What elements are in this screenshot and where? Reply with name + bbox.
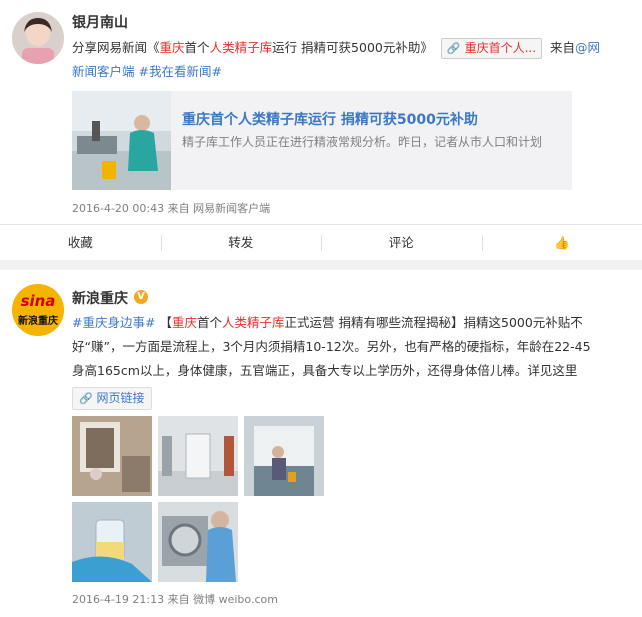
post-photo[interactable] (158, 416, 238, 496)
article-title[interactable]: 重庆首个人类精子库运行 捐精可获5000元补助 (182, 109, 478, 129)
sina-logo-subtext: 新浪重庆 (18, 316, 58, 327)
link-icon: 🔗 (79, 392, 93, 405)
article-description: 精子库工作人员正在进行精液常规分析。昨日，记者从市人口和计划 (182, 135, 543, 149)
post-text: 分享网易新闻《重庆首个人类精子库运行 捐精可获5000元补助》 🔗 重庆首个人..… (72, 38, 600, 59)
text-plain: 捐精这5000元补贴不 (463, 315, 583, 330)
avatar[interactable]: sina 新浪重庆 (12, 284, 64, 336)
post-text-line-3: 身高165cm以上，身体健康，五官端正，具备大专以上学历外，还得身体倍儿棒。详见… (72, 363, 578, 378)
text-keyword: 重庆 (159, 40, 185, 55)
article-thumbnail (72, 91, 171, 190)
post-meta[interactable]: 2016-4-19 21:13 来自 微博 weibo.com (72, 591, 278, 607)
text-keyword: 重庆 (171, 315, 197, 330)
action-bar: 收藏 转发 评论 👍 (0, 224, 642, 261)
like-button[interactable]: 👍 (481, 225, 642, 261)
link-icon: 🔗 (446, 42, 461, 55)
comment-button[interactable]: 评论 (321, 225, 482, 261)
favorite-button[interactable]: 收藏 (0, 225, 161, 261)
text-keyword: 人类精子库 (209, 40, 273, 55)
sina-logo-text: sina (20, 292, 56, 310)
via-text: 来自 (550, 40, 576, 55)
web-link-label: 网页链接 (96, 391, 145, 405)
hashtag-line: 新闻客户端 #我在看新闻# (72, 63, 222, 81)
via-link[interactable]: @网 (575, 40, 600, 55)
article-tag-label: 重庆首个人... (464, 41, 537, 55)
verified-icon: V (134, 290, 148, 304)
article-preview-card[interactable]: 重庆首个人类精子库运行 捐精可获5000元补助 精子库工作人员正在进行精液常规分… (72, 91, 572, 190)
avatar[interactable] (12, 12, 64, 64)
text-plain: 首个 (184, 40, 210, 55)
text-plain: 正式运营 捐精有哪些流程揭秘 (284, 315, 451, 330)
bracket-close: 】 (450, 315, 464, 330)
post-meta[interactable]: 2016-4-20 00:43 来自 网易新闻客户端 (72, 200, 270, 216)
post-text-line-1: #重庆身边事# 【重庆首个人类精子库正式运营 捐精有哪些流程揭秘】捐精这5000… (72, 314, 583, 332)
hashtag-link[interactable]: #重庆身边事# (72, 315, 155, 330)
post-photo[interactable] (244, 416, 324, 496)
text-plain: 首个 (196, 315, 222, 330)
repost-button[interactable]: 转发 (160, 225, 322, 261)
hashtag-link[interactable]: #我在看新闻# (139, 64, 222, 79)
user-name[interactable]: 银月南山 (72, 12, 128, 32)
post-photo[interactable] (72, 416, 152, 496)
quote-open: 《 (147, 40, 160, 55)
post-card-1: 银月南山 分享网易新闻《重庆首个人类精子库运行 捐精可获5000元补助》 🔗 重庆… (0, 0, 642, 260)
post-photo[interactable] (72, 502, 152, 582)
thumbs-up-icon: 👍 (553, 235, 570, 250)
post-text-line-2: 好“赚”，一方面是流程上，3个月内须捐精10-12次。另外，也有严格的硬指标，年… (72, 339, 591, 354)
post-photo[interactable] (158, 502, 238, 582)
share-prefix: 分享网易新闻 (72, 40, 148, 55)
text-keyword: 人类精子库 (221, 315, 285, 330)
text-plain: 运行 捐精可获5000元补助 (272, 40, 421, 55)
bracket-open: 【 (159, 315, 172, 330)
user-name[interactable]: 新浪重庆 (72, 288, 128, 308)
hashtag-link[interactable]: 新闻客户端 (72, 64, 135, 79)
article-tag[interactable]: 🔗 重庆首个人... (440, 38, 543, 59)
quote-close: 》 (420, 40, 433, 55)
web-link-button[interactable]: 🔗 网页链接 (72, 387, 152, 410)
